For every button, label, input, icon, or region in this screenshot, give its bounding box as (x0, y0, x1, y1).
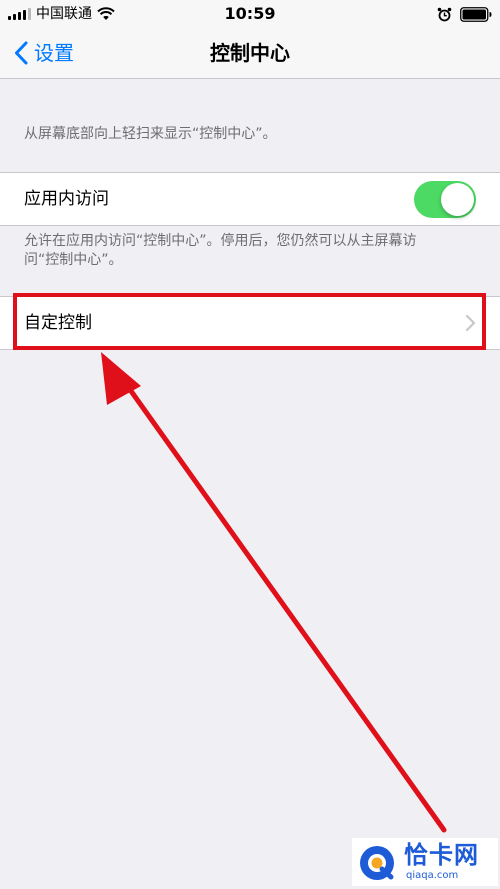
annotation-arrow (101, 352, 447, 833)
watermark-name: 恰卡网 (404, 841, 479, 869)
watermark-logo-icon (360, 846, 394, 880)
watermark-domain: qiaqa.com (406, 870, 459, 881)
watermark: 恰卡网 qiaqa.com (352, 838, 498, 886)
